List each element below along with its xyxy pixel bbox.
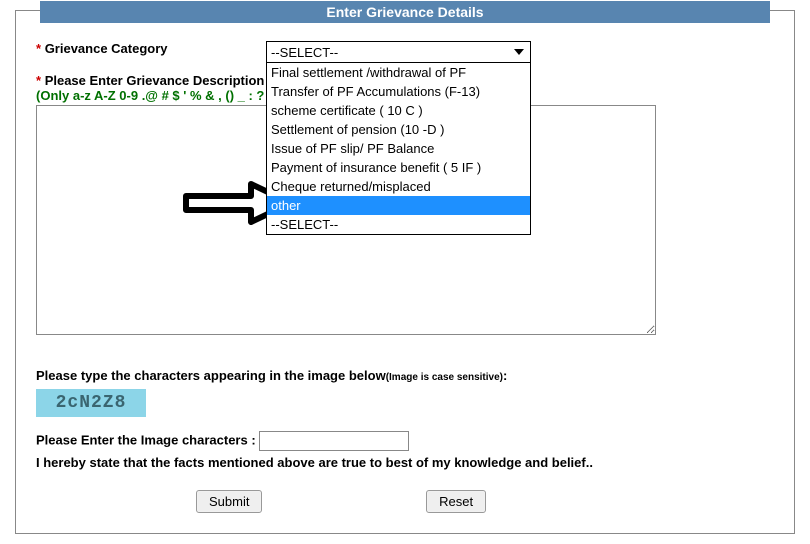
dropdown-option[interactable]: Cheque returned/misplaced xyxy=(267,177,530,196)
allowed-chars-hint: (Only a-z A-Z 0-9 .@ # $ ' % & , () _ : … xyxy=(36,88,264,103)
form-container: Enter Grievance Details * Grievance Cate… xyxy=(15,10,795,534)
category-row: * Grievance Category --SELECT-- Final se… xyxy=(36,41,774,63)
page-title: Enter Grievance Details xyxy=(40,1,770,23)
declaration-text: I hereby state that the facts mentioned … xyxy=(36,455,774,470)
dropdown-option[interactable]: --SELECT-- xyxy=(267,215,530,234)
dropdown-option[interactable]: scheme certificate ( 10 C ) xyxy=(267,101,530,120)
reset-button[interactable]: Reset xyxy=(426,490,486,513)
required-asterisk: * xyxy=(36,73,41,88)
category-dropdown-list: Final settlement /withdrawal of PFTransf… xyxy=(266,63,531,235)
category-select[interactable]: --SELECT-- xyxy=(266,41,531,63)
dropdown-option[interactable]: Final settlement /withdrawal of PF xyxy=(267,63,530,82)
captcha-image: 2cN2Z8 xyxy=(36,389,146,417)
captcha-instruction: Please type the characters appearing in … xyxy=(36,368,774,383)
chevron-down-icon xyxy=(514,49,524,55)
submit-button[interactable]: Submit xyxy=(196,490,262,513)
dropdown-option[interactable]: Issue of PF slip/ PF Balance xyxy=(267,139,530,158)
dropdown-option[interactable]: other xyxy=(267,196,530,215)
captcha-input-label: Please Enter the Image characters : xyxy=(36,432,256,447)
required-asterisk: * xyxy=(36,41,41,56)
captcha-input[interactable] xyxy=(259,431,409,451)
category-label: Grievance Category xyxy=(45,41,168,56)
category-selected-value: --SELECT-- xyxy=(271,45,338,60)
dropdown-option[interactable]: Transfer of PF Accumulations (F-13) xyxy=(267,82,530,101)
dropdown-option[interactable]: Payment of insurance benefit ( 5 IF ) xyxy=(267,158,530,177)
description-label: Please Enter Grievance Description : xyxy=(45,73,273,88)
dropdown-option[interactable]: Settlement of pension (10 -D ) xyxy=(267,120,530,139)
